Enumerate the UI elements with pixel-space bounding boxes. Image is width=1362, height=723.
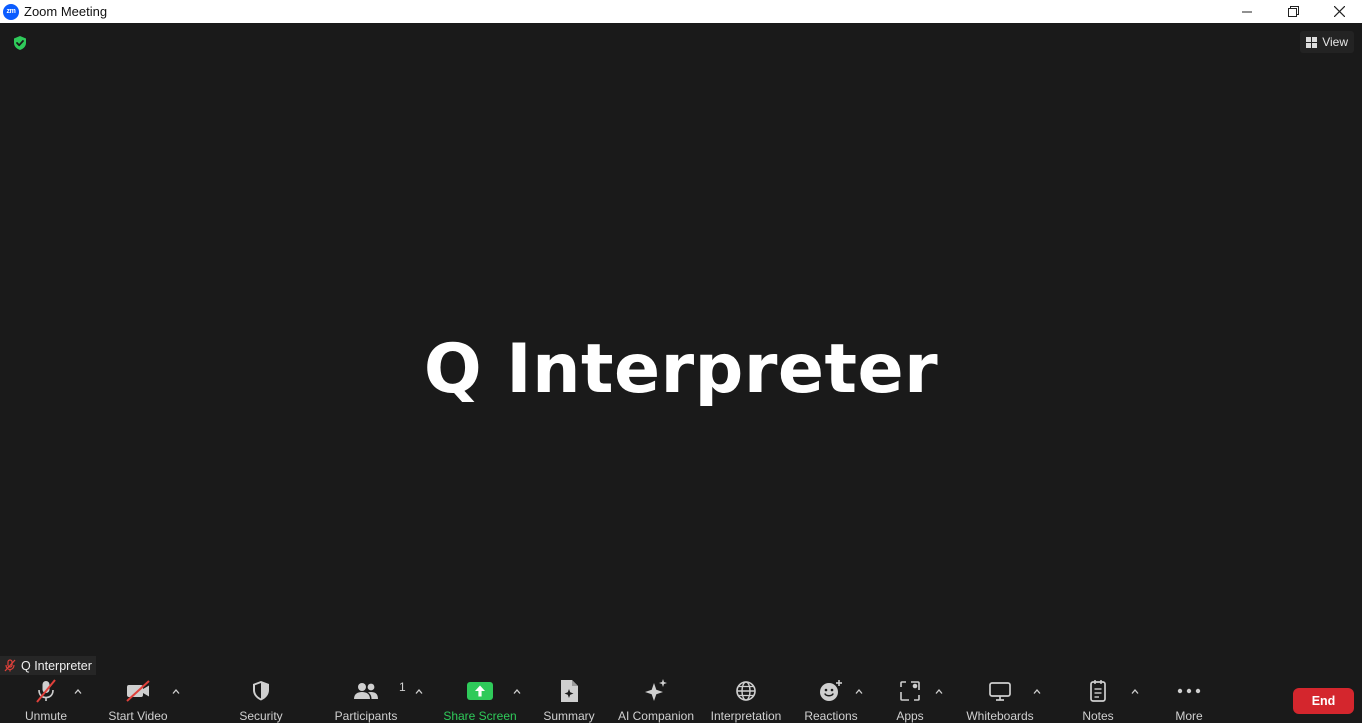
whiteboards-options-caret[interactable] [1032,686,1042,696]
apps-button[interactable]: Apps [890,676,930,723]
ai-companion-label: AI Companion [617,709,695,723]
participants-options-caret[interactable] [414,686,424,696]
window-controls [1224,0,1362,23]
interpretation-label: Interpretation [710,709,782,723]
end-meeting-button[interactable]: End [1293,688,1354,714]
participants-icon [354,683,378,699]
whiteboards-button[interactable]: Whiteboards [962,676,1038,723]
chevron-up-icon [1033,688,1041,694]
ai-sparkle-icon [645,679,667,701]
participants-label: Participants [334,709,398,723]
chevron-up-icon [513,688,521,694]
encryption-shield-icon[interactable] [12,35,28,51]
notes-button[interactable]: Notes [1077,676,1119,723]
participant-display-name: Q Interpreter [423,330,939,409]
chevron-up-icon [415,688,423,694]
zoom-meeting-window: zm Zoom Meeting View Q Interpreter Q Int… [0,0,1362,723]
summary-button[interactable]: Summary [541,676,597,723]
apps-options-caret[interactable] [934,686,944,696]
summary-document-icon [561,680,578,702]
muted-mic-icon [4,659,16,672]
chevron-up-icon [172,688,180,694]
interpretation-button[interactable]: Interpretation [708,676,784,723]
close-icon [1333,6,1345,17]
more-label: More [1175,709,1203,723]
notes-icon [1090,680,1106,702]
minimize-icon [1242,11,1252,12]
chevron-up-icon [74,688,82,694]
reactions-options-caret[interactable] [854,686,864,696]
chevron-up-icon [1131,688,1139,694]
security-shield-icon [253,681,269,701]
name-tag-label: Q Interpreter [21,658,92,673]
restore-icon [1287,6,1299,17]
whiteboard-icon [989,682,1011,701]
participants-count: 1 [399,680,406,694]
reactions-emoji-icon [820,680,842,701]
meeting-toolbar: Unmute Start Video Security 1 Participan… [0,676,1362,723]
restore-button[interactable] [1270,0,1316,23]
whiteboards-label: Whiteboards [966,709,1034,723]
participant-name-tag: Q Interpreter [0,656,96,675]
reactions-button[interactable]: Reactions [803,676,859,723]
summary-label: Summary [543,709,595,723]
apps-icon [900,681,920,701]
start-video-button[interactable]: Start Video [106,676,170,723]
muted-microphone-icon [36,679,56,703]
more-button[interactable]: More [1168,676,1210,723]
share-options-caret[interactable] [512,686,522,696]
share-screen-button[interactable]: Share Screen [443,676,517,723]
window-title: Zoom Meeting [24,4,108,19]
security-label: Security [239,709,283,723]
apps-label: Apps [896,709,924,723]
share-screen-label: Share Screen [443,709,517,723]
security-button[interactable]: Security [234,676,288,723]
share-screen-icon [467,682,493,700]
notes-options-caret[interactable] [1130,686,1140,696]
ai-companion-button[interactable]: AI Companion [616,676,696,723]
chevron-up-icon [935,688,943,694]
chevron-up-icon [855,688,863,694]
video-off-icon [126,680,150,702]
view-label: View [1322,35,1348,49]
start-video-label: Start Video [108,709,168,723]
reactions-label: Reactions [804,709,858,723]
minimize-button[interactable] [1224,0,1270,23]
video-options-caret[interactable] [171,686,181,696]
audio-options-caret[interactable] [73,686,83,696]
zoom-logo-icon: zm [3,3,19,20]
view-button[interactable]: View [1300,31,1354,53]
notes-label: Notes [1082,709,1114,723]
title-bar: zm Zoom Meeting [0,0,1362,23]
close-button[interactable] [1316,0,1362,23]
globe-icon [736,681,756,701]
unmute-label: Unmute [24,709,68,723]
unmute-button[interactable]: Unmute [18,676,74,723]
grid-view-icon [1306,36,1318,48]
participants-button[interactable]: 1 Participants [334,676,406,723]
more-dots-icon [1177,688,1201,694]
